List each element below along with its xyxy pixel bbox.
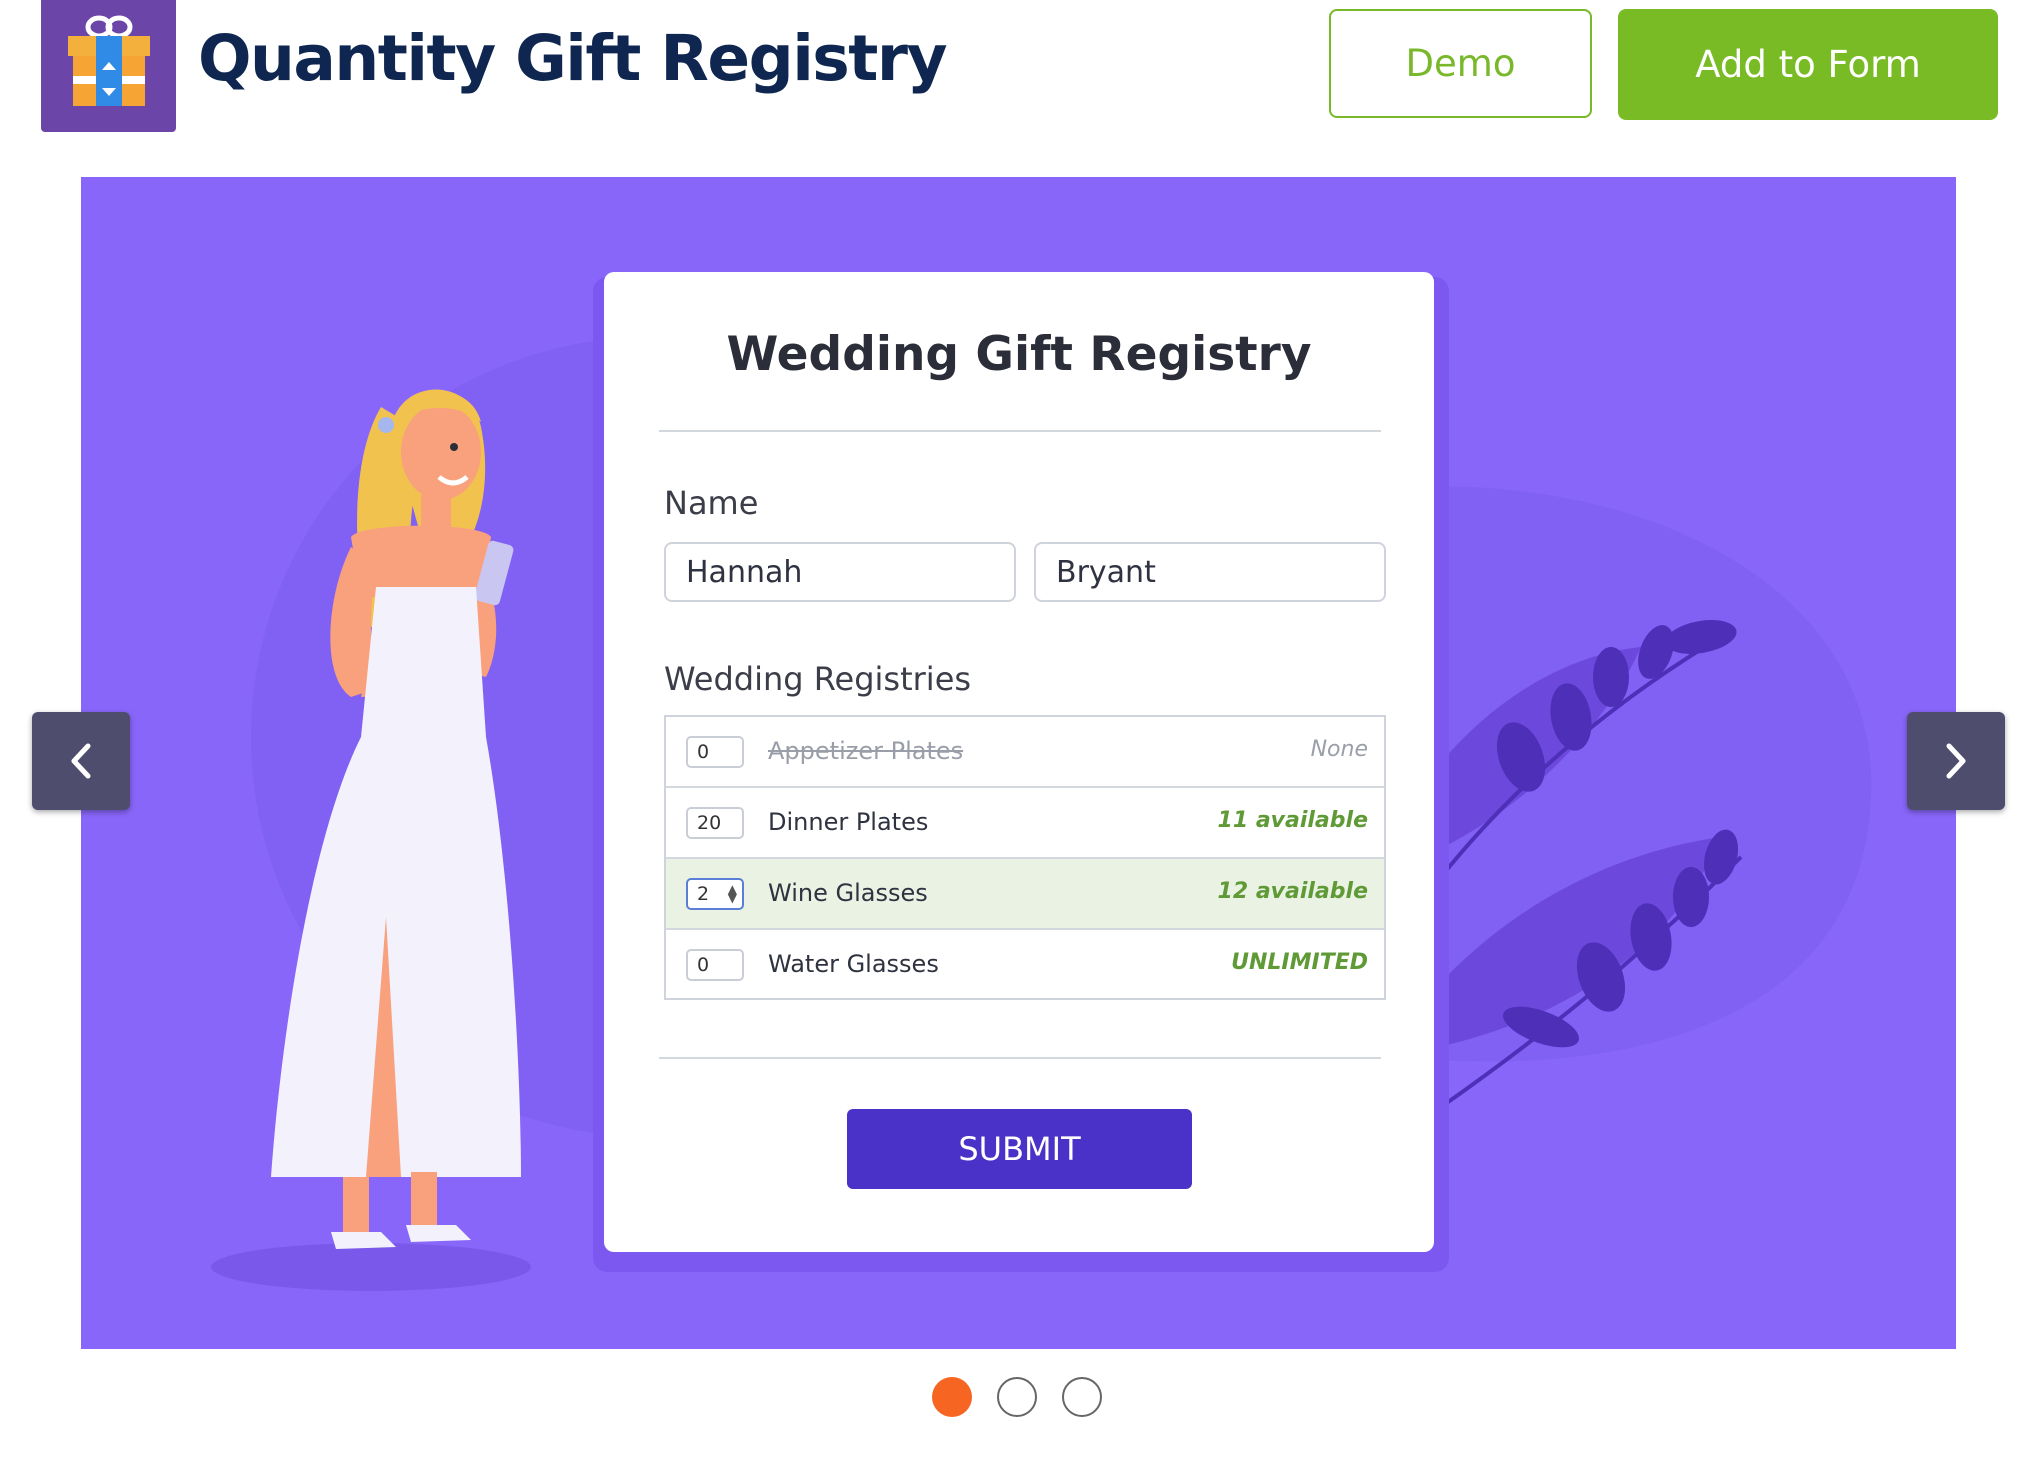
carousel-dot-2[interactable] bbox=[997, 1377, 1037, 1417]
submit-button[interactable]: SUBMIT bbox=[847, 1109, 1192, 1189]
registry-table: 0 Appetizer Plates None 20 Dinner Plates… bbox=[664, 715, 1386, 1000]
chevron-right-icon bbox=[1946, 743, 1966, 779]
page-title: Quantity Gift Registry bbox=[198, 22, 948, 95]
submit-divider bbox=[659, 1057, 1381, 1059]
stepper-arrows-icon[interactable]: ▲ ▼ bbox=[728, 883, 737, 904]
item-name: Appetizer Plates bbox=[768, 737, 964, 765]
quantity-stepper[interactable]: 2 ▲ ▼ bbox=[686, 878, 744, 910]
demo-button[interactable]: Demo bbox=[1329, 9, 1592, 118]
next-slide-button[interactable] bbox=[1907, 712, 2005, 810]
form-title: Wedding Gift Registry bbox=[726, 327, 1312, 382]
item-name: Wine Glasses bbox=[768, 879, 928, 907]
availability-label: None bbox=[1310, 737, 1368, 762]
quantity-input[interactable]: 0 bbox=[686, 949, 744, 981]
registry-form-card: Wedding Gift Registry Name Hannah Bryant… bbox=[604, 272, 1434, 1252]
registries-label: Wedding Registries bbox=[664, 660, 972, 698]
previous-slide-button[interactable] bbox=[32, 712, 130, 810]
title-divider bbox=[659, 430, 1381, 432]
quantity-input[interactable]: 20 bbox=[686, 807, 744, 839]
first-name-input[interactable]: Hannah bbox=[664, 542, 1016, 602]
chevron-left-icon bbox=[71, 743, 91, 779]
carousel-dot-1[interactable] bbox=[932, 1377, 972, 1417]
add-to-form-button[interactable]: Add to Form bbox=[1618, 9, 1998, 120]
item-name: Dinner Plates bbox=[768, 808, 929, 836]
availability-label: UNLIMITED bbox=[1231, 950, 1368, 975]
availability-label: 11 available bbox=[1217, 808, 1368, 833]
registry-row-wine-glasses: 2 ▲ ▼ Wine Glasses 12 available bbox=[666, 859, 1384, 930]
registry-row-dinner-plates: 20 Dinner Plates 11 available bbox=[666, 788, 1384, 859]
quantity-input[interactable]: 0 bbox=[686, 736, 744, 768]
carousel-dot-3[interactable] bbox=[1062, 1377, 1102, 1417]
registry-row-appetizer-plates: 0 Appetizer Plates None bbox=[666, 717, 1384, 788]
item-name: Water Glasses bbox=[768, 950, 939, 978]
app-logo bbox=[41, 0, 176, 132]
quantity-value: 2 bbox=[697, 883, 710, 905]
name-label: Name bbox=[664, 484, 759, 522]
gift-icon bbox=[68, 15, 150, 106]
carousel-slide: Wedding Gift Registry Name Hannah Bryant… bbox=[81, 177, 1956, 1349]
availability-label: 12 available bbox=[1217, 879, 1368, 904]
last-name-input[interactable]: Bryant bbox=[1034, 542, 1386, 602]
registry-row-water-glasses: 0 Water Glasses UNLIMITED bbox=[666, 930, 1384, 1001]
